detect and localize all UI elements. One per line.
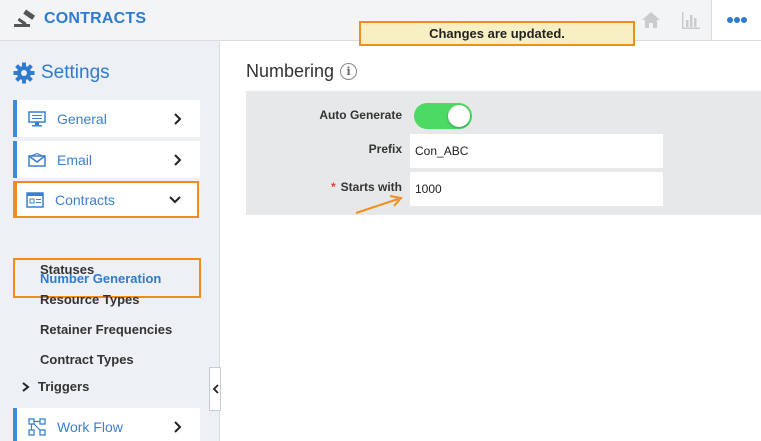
settings-heading: Settings xyxy=(13,62,110,84)
home-icon xyxy=(642,12,660,28)
auto-generate-toggle[interactable] xyxy=(414,103,472,129)
chevron-right-icon xyxy=(22,381,30,392)
sidebar-item-label: General xyxy=(57,110,107,127)
workflow-icon xyxy=(27,417,47,437)
sidebar-item-email[interactable]: Email xyxy=(13,141,200,178)
sub-item-statuses[interactable]: Statuses xyxy=(40,262,94,277)
app-title-label: CONTRACTS xyxy=(44,10,147,27)
gavel-icon xyxy=(14,9,36,27)
more-icon xyxy=(726,17,747,23)
chevron-right-icon xyxy=(166,415,190,439)
monitor-icon xyxy=(27,109,47,129)
envelope-icon xyxy=(27,150,47,170)
annotation-arrow-icon xyxy=(355,195,403,214)
sub-item-retainer-frequencies[interactable]: Retainer Frequencies xyxy=(40,322,172,337)
sidebar: Settings General Email Contracts Number … xyxy=(0,41,220,441)
top-icons xyxy=(631,0,761,40)
sidebar-item-workflow[interactable]: Work Flow xyxy=(13,408,200,441)
contract-icon xyxy=(25,190,45,210)
sub-item-resource-types[interactable]: Resource Types xyxy=(40,292,139,307)
chevron-right-icon xyxy=(166,148,190,172)
app-title[interactable]: CONTRACTS xyxy=(12,8,146,30)
chevron-left-icon xyxy=(212,384,219,394)
sidebar-item-label: Work Flow xyxy=(57,418,123,435)
page-title-label: Numbering xyxy=(246,61,335,81)
analytics-button[interactable] xyxy=(671,0,711,40)
sidebar-collapse-handle[interactable] xyxy=(209,367,221,411)
chevron-down-icon xyxy=(163,188,187,212)
chart-icon xyxy=(682,12,700,29)
prefix-label: Prefix xyxy=(368,142,402,156)
settings-title: Settings xyxy=(41,62,110,83)
sidebar-item-triggers[interactable]: Triggers xyxy=(22,379,89,394)
home-button[interactable] xyxy=(631,0,671,40)
sidebar-item-label: Contracts xyxy=(55,191,115,208)
toggle-knob xyxy=(448,105,470,127)
starts-with-label: Starts with xyxy=(340,180,402,194)
chevron-right-icon xyxy=(166,107,190,131)
page-title: Numbering i xyxy=(246,61,358,82)
sidebar-item-label: Email xyxy=(57,151,93,168)
required-marker: * xyxy=(330,180,336,194)
more-button[interactable] xyxy=(711,0,761,40)
prefix-input[interactable] xyxy=(410,134,663,168)
auto-generate-label: Auto Generate xyxy=(319,108,402,122)
toast-message: Changes are updated. xyxy=(359,21,635,46)
gear-icon xyxy=(13,62,35,84)
sub-item-contract-types[interactable]: Contract Types xyxy=(40,352,134,367)
info-icon[interactable]: i xyxy=(340,63,358,80)
starts-with-input[interactable] xyxy=(410,172,663,206)
triggers-label: Triggers xyxy=(38,379,90,394)
starts-with-label-row: * Starts with xyxy=(331,180,402,194)
sidebar-item-general[interactable]: General xyxy=(13,100,200,137)
sidebar-item-contracts[interactable]: Contracts xyxy=(13,181,199,218)
